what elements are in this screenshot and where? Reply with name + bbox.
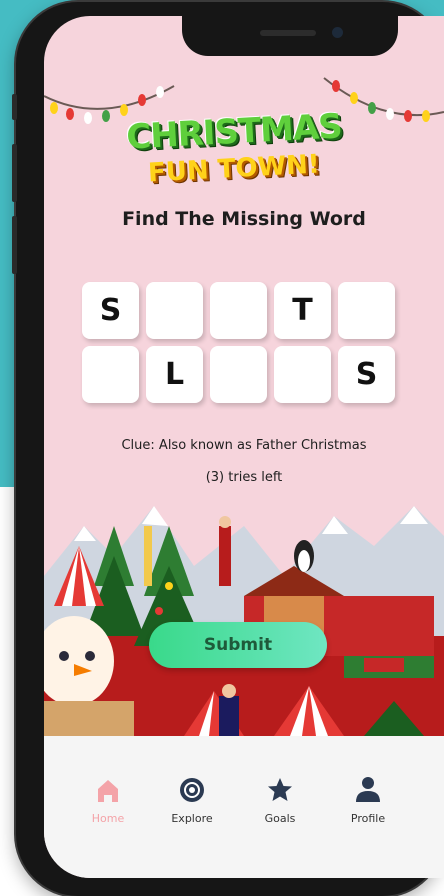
nav-item-profile[interactable]: Profile	[328, 776, 408, 825]
nav-item-goals[interactable]: Goals	[240, 776, 320, 825]
bottom-nav-bar: Home Explore Goals Profile	[44, 736, 444, 878]
letter-tile[interactable]	[82, 346, 139, 403]
phone-screen: CHRISTMAS FUN TOWN! Find The Missing Wor…	[44, 16, 444, 878]
mute-switch	[12, 94, 17, 120]
volume-down-button	[12, 216, 17, 274]
app-logo: CHRISTMAS FUN TOWN!	[114, 106, 354, 202]
christmas-town-illustration	[44, 506, 444, 736]
letter-tile[interactable]	[338, 282, 395, 339]
nav-item-explore[interactable]: Explore	[152, 776, 232, 825]
user-icon	[356, 777, 380, 802]
tries-left-text: (3) tries left	[205, 470, 283, 485]
nav-label-explore: Explore	[171, 812, 213, 825]
submit-button[interactable]: Submit	[149, 622, 327, 668]
star-icon	[268, 778, 292, 801]
letter-tile[interactable]: S	[82, 282, 139, 339]
phone-notch	[182, 16, 398, 56]
letter-tile[interactable]: L	[146, 346, 203, 403]
speaker-grille	[260, 30, 316, 36]
letter-tile[interactable]	[210, 346, 267, 403]
clue-text: Clue: Also known as Father Christmas	[121, 438, 367, 453]
front-camera	[332, 27, 343, 38]
compass-icon	[180, 778, 204, 802]
nav-item-home[interactable]: Home	[68, 776, 148, 825]
logo-line-2: FUN TOWN!	[147, 149, 321, 189]
letter-tile[interactable]	[146, 282, 203, 339]
nav-label-profile: Profile	[350, 812, 386, 825]
letter-tile[interactable]	[274, 346, 331, 403]
volume-up-button	[12, 144, 17, 202]
letter-tile[interactable]	[210, 282, 267, 339]
letter-tile[interactable]: S	[338, 346, 395, 403]
nav-label-goals: Goals	[264, 812, 296, 825]
letter-tile[interactable]: T	[274, 282, 331, 339]
nav-label-home: Home	[91, 812, 125, 825]
page-title: Find The Missing Word	[122, 208, 366, 230]
home-icon	[98, 780, 118, 802]
